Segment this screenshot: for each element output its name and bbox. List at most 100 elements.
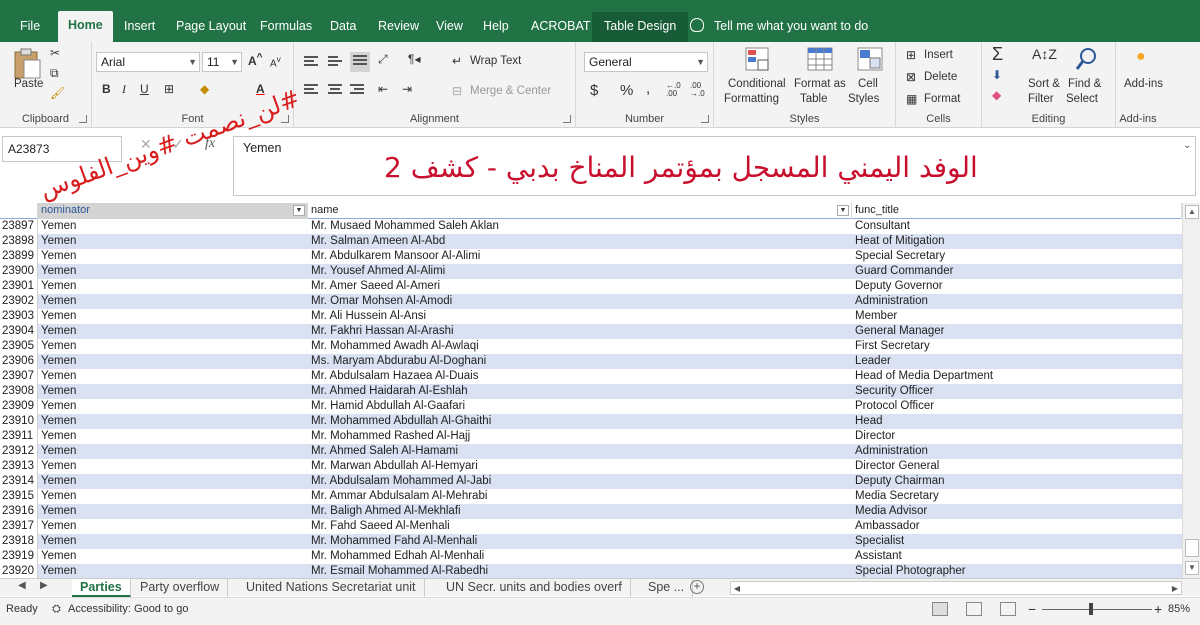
delete-cells-button[interactable]: Delete [924,71,957,83]
table-row[interactable]: 23920 Yemen Mr. Esmail Mohammed Al-Rabedhi… [0,564,1182,578]
increase-decimal-icon[interactable]: ←.0.00 [666,82,681,98]
find-label[interactable]: Find & [1068,78,1101,90]
tab-help[interactable]: Help [481,12,511,42]
fill-color-icon[interactable]: ◆ [200,82,209,96]
filter-label[interactable]: Filter [1028,93,1054,105]
cell-func-title[interactable]: Leader [852,354,1182,369]
page-break-view-icon[interactable] [1000,602,1016,616]
row-number[interactable]: 23914 [0,474,38,489]
tab-file[interactable]: File [18,12,42,42]
row-number[interactable]: 23920 [0,564,38,578]
top-align-icon[interactable] [304,56,318,68]
table-row[interactable]: 23900 Yemen Mr. Yousef Ahmed Al-Alimi Guard… [0,264,1182,279]
row-number[interactable]: 23905 [0,339,38,354]
zoom-in-icon[interactable]: + [1154,601,1162,617]
zoom-slider[interactable] [1042,609,1152,610]
paste-icon[interactable] [12,48,42,80]
row-number[interactable]: 23919 [0,549,38,564]
tab-home[interactable]: Home [58,11,113,42]
middle-align-icon[interactable] [328,56,342,68]
cell-func-title[interactable]: Member [852,309,1182,324]
table-row[interactable]: 23903 Yemen Mr. Ali Hussein Al-Ansi Member [0,309,1182,324]
cell-name[interactable]: Mr. Ahmed Haidarah Al-Eshlah [308,384,852,399]
cell-name[interactable]: Mr. Musaed Mohammed Saleh Aklan [308,219,852,234]
cell-func-title[interactable]: Media Advisor [852,504,1182,519]
accessibility-icon[interactable]: ⛭ [52,603,61,616]
cell-name[interactable]: Mr. Mohammed Awadh Al-Awlaqi [308,339,852,354]
cell-name[interactable]: Mr. Marwan Abdullah Al-Hemyari [308,459,852,474]
tell-me-search[interactable]: Tell me what you want to do [690,12,868,42]
cell-func-title[interactable]: Assistant [852,549,1182,564]
paste-button[interactable]: Paste [14,78,43,90]
cell-nominator[interactable]: Yemen [38,369,308,384]
rtl-icon[interactable]: ¶◂ [408,52,420,66]
row-number[interactable]: 23918 [0,534,38,549]
cell-nominator[interactable]: Yemen [38,219,308,234]
table-row[interactable]: 23902 Yemen Mr. Omar Mohsen Al-Amodi Admini… [0,294,1182,309]
cell-func-title[interactable]: Deputy Governor [852,279,1182,294]
table-row[interactable]: 23907 Yemen Mr. Abdulsalam Hazaea Al-Duais… [0,369,1182,384]
cell-name[interactable]: Mr. Abdulkarem Mansoor Al-Alimi [308,249,852,264]
cell-nominator[interactable]: Yemen [38,249,308,264]
align-left-icon[interactable] [304,84,318,96]
cell-styles-icon[interactable] [856,46,884,74]
align-right-icon[interactable] [350,84,364,96]
cell-func-title[interactable]: Head [852,414,1182,429]
cell-name[interactable]: Ms. Maryam Abdurabu Al-Doghani [308,354,852,369]
table-row[interactable]: 23916 Yemen Mr. Baligh Ahmed Al-Mekhlafi Me… [0,504,1182,519]
row-number[interactable]: 23912 [0,444,38,459]
format-painter-icon[interactable]: 🖌 [50,86,65,100]
format-cells-button[interactable]: Format [924,93,960,105]
cell-name[interactable]: Mr. Mohammed Edhah Al-Menhali [308,549,852,564]
zoom-slider-thumb[interactable] [1089,603,1093,615]
cell-name[interactable]: Mr. Mohammed Fahd Al-Menhali [308,534,852,549]
cell-nominator[interactable]: Yemen [38,564,308,578]
cell-name[interactable]: Mr. Yousef Ahmed Al-Alimi [308,264,852,279]
sheet-tab-more[interactable]: Spe ... [640,579,694,597]
cell-nominator[interactable]: Yemen [38,549,308,564]
normal-view-icon[interactable] [932,602,948,616]
column-header-name[interactable]: name ▼ [308,203,852,219]
cell-nominator[interactable]: Yemen [38,324,308,339]
table-label[interactable]: Table [800,93,828,105]
number-launcher-icon[interactable] [701,115,709,123]
horizontal-scrollbar[interactable]: ◀ ▶ [730,581,1182,595]
row-number[interactable]: 23907 [0,369,38,384]
orientation-icon[interactable]: ⤢ [378,52,388,67]
format-as-table-icon[interactable] [806,46,834,74]
scroll-thumb[interactable] [1185,539,1199,557]
cell-nominator[interactable]: Yemen [38,489,308,504]
zoom-level[interactable]: 85% [1168,603,1190,615]
table-row[interactable]: 23915 Yemen Mr. Ammar Abdulsalam Al-Mehrab… [0,489,1182,504]
table-row[interactable]: 23914 Yemen Mr. Abdulsalam Mohammed Al-Jab… [0,474,1182,489]
prev-sheet-icon[interactable]: ◀ [18,580,26,591]
scroll-right-icon[interactable]: ▶ [1169,582,1181,595]
cell-nominator[interactable]: Yemen [38,399,308,414]
cell-func-title[interactable]: Special Photographer [852,564,1182,578]
row-number[interactable]: 23903 [0,309,38,324]
format-as-label[interactable]: Format as [794,78,846,90]
cell-nominator[interactable]: Yemen [38,474,308,489]
scroll-up-icon[interactable]: ▲ [1185,205,1199,219]
underline-icon[interactable]: U [140,82,149,96]
cell-nominator[interactable]: Yemen [38,384,308,399]
cell-nominator[interactable]: Yemen [38,429,308,444]
corner-cell[interactable] [0,203,38,219]
expand-formula-bar-icon[interactable]: ⌄ [1183,140,1191,151]
tab-table-design[interactable]: Table Design [592,12,689,42]
fill-icon[interactable]: ⬇ [992,68,1002,82]
row-number[interactable]: 23916 [0,504,38,519]
row-number[interactable]: 23906 [0,354,38,369]
row-number[interactable]: 23910 [0,414,38,429]
percent-icon[interactable]: % [620,82,633,99]
tab-page-layout[interactable]: Page Layout [174,12,248,42]
cell-name[interactable]: Mr. Amer Saeed Al-Ameri [308,279,852,294]
cell-func-title[interactable]: Head of Media Department [852,369,1182,384]
cell-func-title[interactable]: First Secretary [852,339,1182,354]
filter-dropdown-icon[interactable]: ▼ [837,205,849,216]
bottom-align-icon[interactable] [350,52,370,72]
select-label[interactable]: Select [1066,93,1098,105]
cell-name[interactable]: Mr. Abdulsalam Mohammed Al-Jabi [308,474,852,489]
next-sheet-icon[interactable]: ▶ [40,580,48,591]
cell-func-title[interactable]: Protocol Officer [852,399,1182,414]
